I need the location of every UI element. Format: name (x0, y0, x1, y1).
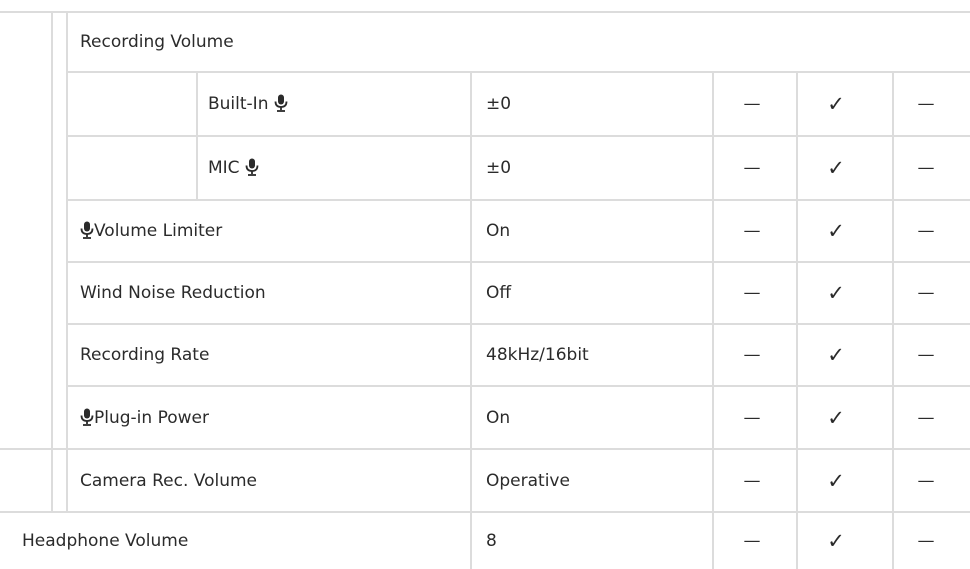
mode-cell-check: ✓ (827, 219, 845, 243)
mode-cell-dash: — (917, 408, 935, 428)
row-divider (0, 448, 970, 450)
setting-value: On (486, 221, 511, 241)
microphone-icon (245, 158, 259, 176)
microphone-icon (274, 94, 288, 112)
setting-value: Operative (486, 471, 570, 491)
setting-label: Headphone Volume (22, 531, 188, 551)
mode-cell-dash: — (743, 94, 761, 114)
column-divider (712, 72, 714, 569)
row-divider (67, 261, 970, 263)
mode-cell-dash: — (743, 221, 761, 241)
mode-cell-dash: — (743, 345, 761, 365)
mode-cell-check: ✓ (827, 281, 845, 305)
microphone-icon (80, 408, 94, 426)
setting-label: Plug-in Power (80, 408, 209, 428)
setting-value: Off (486, 283, 512, 303)
column-divider (892, 72, 894, 569)
mode-cell-dash: — (743, 531, 761, 551)
row-divider (67, 323, 970, 325)
mode-cell-dash: — (917, 531, 935, 551)
mode-cell-dash: — (917, 345, 935, 365)
row-divider (67, 135, 970, 137)
setting-label: MIC (208, 158, 259, 178)
setting-label: Volume Limiter (80, 221, 222, 241)
setting-value: ±0 (486, 158, 512, 178)
mode-cell-dash: — (743, 283, 761, 303)
mode-cell-dash: — (743, 158, 761, 178)
column-divider (796, 72, 798, 569)
setting-value: 8 (486, 531, 497, 551)
section-divider (67, 71, 970, 73)
row-divider (67, 385, 970, 387)
mode-cell-check: ✓ (827, 469, 845, 493)
mode-cell-dash: — (743, 471, 761, 491)
column-divider (196, 72, 198, 200)
setting-label-text: Recording Rate (80, 345, 210, 365)
microphone-icon (80, 221, 94, 239)
mode-cell-check: ✓ (827, 529, 845, 553)
setting-value: ±0 (486, 94, 512, 114)
setting-label-text: Headphone Volume (22, 531, 189, 551)
mode-cell-dash: — (917, 94, 935, 114)
setting-label-text: Volume Limiter (94, 221, 223, 241)
setting-label: Camera Rec. Volume (80, 471, 257, 491)
setting-value: On (486, 408, 511, 428)
row-divider (67, 199, 970, 201)
mode-cell-check: ✓ (827, 92, 845, 116)
setting-label-text: Camera Rec. Volume (80, 471, 258, 491)
setting-label-text: Built-In (208, 94, 269, 114)
mode-cell-dash: — (917, 283, 935, 303)
setting-label-text: Plug-in Power (94, 408, 209, 428)
mode-cell-dash: — (917, 158, 935, 178)
column-divider (51, 12, 53, 512)
mode-cell-check: ✓ (827, 156, 845, 180)
column-divider (470, 72, 472, 569)
setting-label: Recording Rate (80, 345, 209, 365)
row-divider (0, 511, 970, 513)
mode-cell-dash: — (743, 408, 761, 428)
section-label-recording-volume: Recording Volume (80, 32, 234, 52)
mode-cell-dash: — (917, 471, 935, 491)
table-top-border (0, 11, 970, 13)
mode-cell-check: ✓ (827, 343, 845, 367)
mode-cell-dash: — (917, 221, 935, 241)
mode-cell-check: ✓ (827, 406, 845, 430)
setting-label: Wind Noise Reduction (80, 283, 266, 303)
setting-label-text: MIC (208, 158, 240, 178)
column-divider (66, 12, 68, 512)
setting-label: Built-In (208, 94, 288, 114)
setting-label-text: Wind Noise Reduction (80, 283, 266, 303)
setting-value: 48kHz/16bit (486, 345, 589, 365)
